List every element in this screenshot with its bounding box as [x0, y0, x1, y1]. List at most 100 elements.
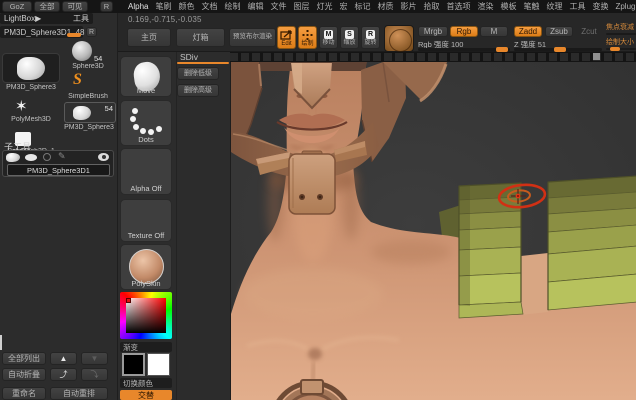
pen-icon[interactable]: ✎	[58, 151, 66, 162]
scale-button[interactable]: S 缩放	[340, 26, 359, 49]
mrgb-button[interactable]: Mrgb	[418, 26, 448, 37]
m-button[interactable]: M	[480, 26, 508, 37]
menu-item[interactable]: 笔触	[523, 1, 539, 12]
draw-size-slider[interactable]: 绘制大小	[606, 37, 636, 50]
goz-button[interactable]: GoZ	[2, 1, 32, 12]
sphere3d-label: Sphere3D	[60, 63, 116, 70]
menubar: GoZ 全部 可见 R Alpha 笔刷颜色文档绘制编辑文件图层灯光宏标记材质影片…	[0, 0, 636, 13]
rename-button[interactable]: 重命名	[2, 387, 46, 400]
lightbox-button[interactable]: 灯箱	[176, 28, 225, 47]
alpha-selector[interactable]: Alpha Off	[120, 148, 172, 195]
menu-item[interactable]: 拾取	[423, 1, 439, 12]
menu-item[interactable]: Alpha	[128, 2, 148, 11]
edit-button[interactable]: Edit	[277, 26, 296, 49]
menu-item[interactable]: 渲染	[477, 1, 493, 12]
menu-item[interactable]: 图层	[293, 1, 309, 12]
menu-item[interactable]: 颜色	[178, 1, 194, 12]
lightbox-toggle[interactable]: LightBox▶	[4, 14, 41, 23]
recent-tool-thumbnail[interactable]: 54	[64, 102, 116, 123]
slider-handle[interactable]	[610, 47, 620, 51]
restore-button[interactable]: R	[86, 27, 97, 37]
menu-item[interactable]: 文件	[270, 1, 286, 12]
subtool-item[interactable]: ✎ PM3D_Sphere3D1	[2, 150, 114, 177]
menu-item[interactable]: 工具	[569, 1, 585, 12]
paint-icon[interactable]	[25, 154, 37, 161]
menu-item[interactable]: 影片	[400, 1, 416, 12]
main-color-swatch[interactable]	[122, 353, 145, 376]
draw-button[interactable]: 绘制	[298, 26, 317, 49]
menu-item[interactable]: 纹理	[546, 1, 562, 12]
move-down-arrow-button[interactable]: ⤵	[81, 368, 108, 381]
slider-track[interactable]	[606, 33, 636, 35]
all-button[interactable]: 全部	[34, 1, 60, 12]
del-lower-button[interactable]: 删除低级	[177, 67, 219, 80]
lightbox-tool-bar[interactable]: LightBox▶ 工具	[0, 13, 93, 24]
menu-item[interactable]: 材质	[377, 1, 393, 12]
sphere3d-icon[interactable]	[72, 41, 92, 61]
rgb-button[interactable]: Rgb	[450, 26, 478, 37]
subtool-name[interactable]: PM3D_Sphere3D1	[7, 164, 110, 176]
menu-items: Alpha 笔刷颜色文档绘制编辑文件图层灯光宏标记材质影片拾取首选项渲染模板笔触纹…	[128, 0, 636, 13]
simplebrush-icon[interactable]: S	[73, 71, 82, 89]
secondary-color-swatch[interactable]	[147, 353, 170, 376]
auto-collapse-button[interactable]: 自动折叠	[2, 368, 46, 381]
move-button[interactable]: M 移动	[319, 26, 338, 49]
del-higher-button[interactable]: 删除高级	[177, 84, 219, 97]
stroke-selector[interactable]: Dots	[120, 100, 172, 146]
menu-item[interactable]: Zplugin	[615, 2, 636, 11]
current-material-thumbnail[interactable]	[384, 25, 414, 52]
zadd-button[interactable]: Zadd	[514, 26, 542, 37]
brush-selector[interactable]: Move	[120, 56, 172, 97]
polymesh3d-star-icon[interactable]: ✶	[15, 97, 28, 115]
switch-color-button[interactable]: 切换颜色	[120, 378, 172, 388]
alternate-button[interactable]: 交替	[120, 390, 172, 400]
rgb-intensity-slider[interactable]: Rgb 强度 100	[418, 39, 510, 51]
divider-handle[interactable]	[593, 53, 600, 60]
menu-item[interactable]: 文档	[201, 1, 217, 12]
menu-item[interactable]: 绘制	[224, 1, 240, 12]
active-tool-thumbnail[interactable]	[2, 53, 60, 83]
visible-button[interactable]: 可见	[62, 1, 88, 12]
alpha-label: Alpha Off	[121, 184, 171, 193]
boolean-mesh[interactable]	[459, 176, 636, 318]
live-boolean-button[interactable]: 预览布尔渲染	[229, 28, 276, 47]
menu-item[interactable]: 模板	[500, 1, 516, 12]
home-button[interactable]: 主页	[127, 28, 171, 47]
saturation-square[interactable]	[126, 298, 166, 333]
tool-blob-icon	[17, 57, 45, 80]
sculpt-icon[interactable]	[43, 153, 51, 161]
menu-item[interactable]: 宏	[339, 1, 347, 12]
texture-selector[interactable]: Texture Off	[120, 199, 172, 242]
gap-skin-patch	[521, 253, 548, 315]
menu-item[interactable]: 编辑	[247, 1, 263, 12]
slider-track[interactable]	[606, 48, 636, 50]
menu-item[interactable]: 标记	[354, 1, 370, 12]
move-up-arrow-button[interactable]: ⤴	[50, 368, 77, 381]
simplebrush-label: SimpleBrush	[60, 93, 116, 100]
menu-item[interactable]: 变换	[592, 1, 608, 12]
viewport-3d[interactable]	[230, 62, 636, 400]
subtool-down-button[interactable]	[81, 352, 108, 365]
menu-item[interactable]: 灯光	[316, 1, 332, 12]
menu-item[interactable]: 笔刷	[155, 1, 171, 12]
tray-divider-strip[interactable]	[230, 52, 636, 62]
menu-item[interactable]: 首选项	[446, 1, 470, 12]
focal-shift-slider[interactable]: 焦点衰减	[606, 22, 636, 35]
gradient-button[interactable]: 渐变	[120, 342, 172, 352]
auto-reorder-button[interactable]: 自动重排	[50, 387, 108, 400]
list-all-button[interactable]: 全部列出	[2, 352, 46, 365]
draw-dots-icon	[302, 30, 313, 40]
subtool-up-button[interactable]	[50, 352, 77, 365]
material-selector[interactable]: PolySkin	[120, 244, 172, 290]
r-button[interactable]: R	[100, 1, 113, 12]
zcut-button[interactable]: Zcut	[576, 26, 602, 37]
z-intensity-slider[interactable]: Z 强度 51	[514, 39, 602, 51]
zsub-button[interactable]: Zsub	[545, 26, 573, 37]
stroke-label: Dots	[121, 135, 171, 144]
current-tool-slider[interactable]: PM3D_Sphere3D1. 48	[0, 26, 83, 38]
sdiv-slider[interactable]	[177, 62, 229, 64]
rotate-button[interactable]: R 旋转	[361, 26, 380, 49]
visibility-eye-icon[interactable]	[98, 153, 109, 161]
color-picker[interactable]	[120, 292, 172, 339]
tool-slider-handle[interactable]	[67, 33, 81, 37]
